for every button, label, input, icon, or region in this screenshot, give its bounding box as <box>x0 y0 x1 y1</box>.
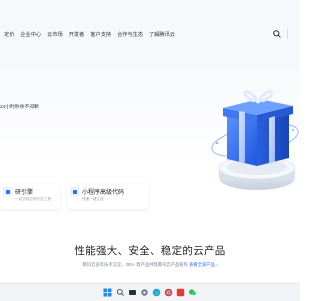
products-subtitle-text: 腾讯云多年技术沉淀，300+ 款产品共筑腾讯云产品矩阵 <box>82 262 188 267</box>
search-icon[interactable] <box>116 288 125 297</box>
card-subtitle: 快速一键生成 <box>82 197 104 201</box>
nav-item-partners[interactable]: 合作与生态 <box>117 31 143 38</box>
products-section-title: 性能强大、安全、稳定的云产品 <box>74 245 226 257</box>
nav-links: 定价 企业中心 云市场 开发者 客户支持 合作与生态 了解腾讯云 <box>0 31 181 38</box>
nav-item-about[interactable]: 了解腾讯云 <box>149 31 175 38</box>
miniprogram-icon <box>70 187 79 196</box>
edge-icon[interactable] <box>152 288 161 297</box>
nav-item-support[interactable]: 客户支持 <box>90 31 111 38</box>
nav-item-enterprise[interactable]: 企业中心 <box>20 31 41 38</box>
chrome-icon[interactable] <box>164 288 173 297</box>
products-section-subtitle: 腾讯云多年技术沉淀，300+ 款产品共筑腾讯云产品矩阵 查看全部产品 › <box>0 262 300 268</box>
nav-item-developers[interactable]: 开发者 <box>69 31 85 38</box>
wechat-icon[interactable] <box>188 288 197 297</box>
app-red-icon[interactable] <box>176 288 185 297</box>
windows-start-icon[interactable] <box>103 288 112 297</box>
gift-box-illustration <box>211 90 299 190</box>
nav-divider <box>287 29 288 39</box>
settings-icon[interactable] <box>140 288 149 297</box>
feature-card-engine[interactable]: 研引擎 一站式轻应用开发工具 <box>0 183 60 209</box>
search-icon[interactable] <box>272 29 282 39</box>
engine-icon <box>3 187 12 196</box>
card-title: 小程序高级代码 <box>82 190 125 196</box>
card-subtitle: 一站式轻应用开发工具 <box>15 197 51 201</box>
view-all-products-link[interactable]: 查看全部产品 › <box>189 262 217 267</box>
nav-item-pricing[interactable]: 定价 <box>4 31 14 38</box>
card-title: 研引擎 <box>15 190 34 196</box>
hero-subtitle: 24小时秒杀不间断 <box>0 105 39 110</box>
taskbar <box>0 283 300 301</box>
nav-item-marketplace[interactable]: 云市场 <box>47 31 63 38</box>
feature-card-miniprogram[interactable]: 小程序高级代码 快速一键生成 <box>67 183 149 209</box>
taskview-icon[interactable] <box>128 288 137 297</box>
top-nav: 定价 企业中心 云市场 开发者 客户支持 合作与生态 了解腾讯云 <box>0 0 300 68</box>
